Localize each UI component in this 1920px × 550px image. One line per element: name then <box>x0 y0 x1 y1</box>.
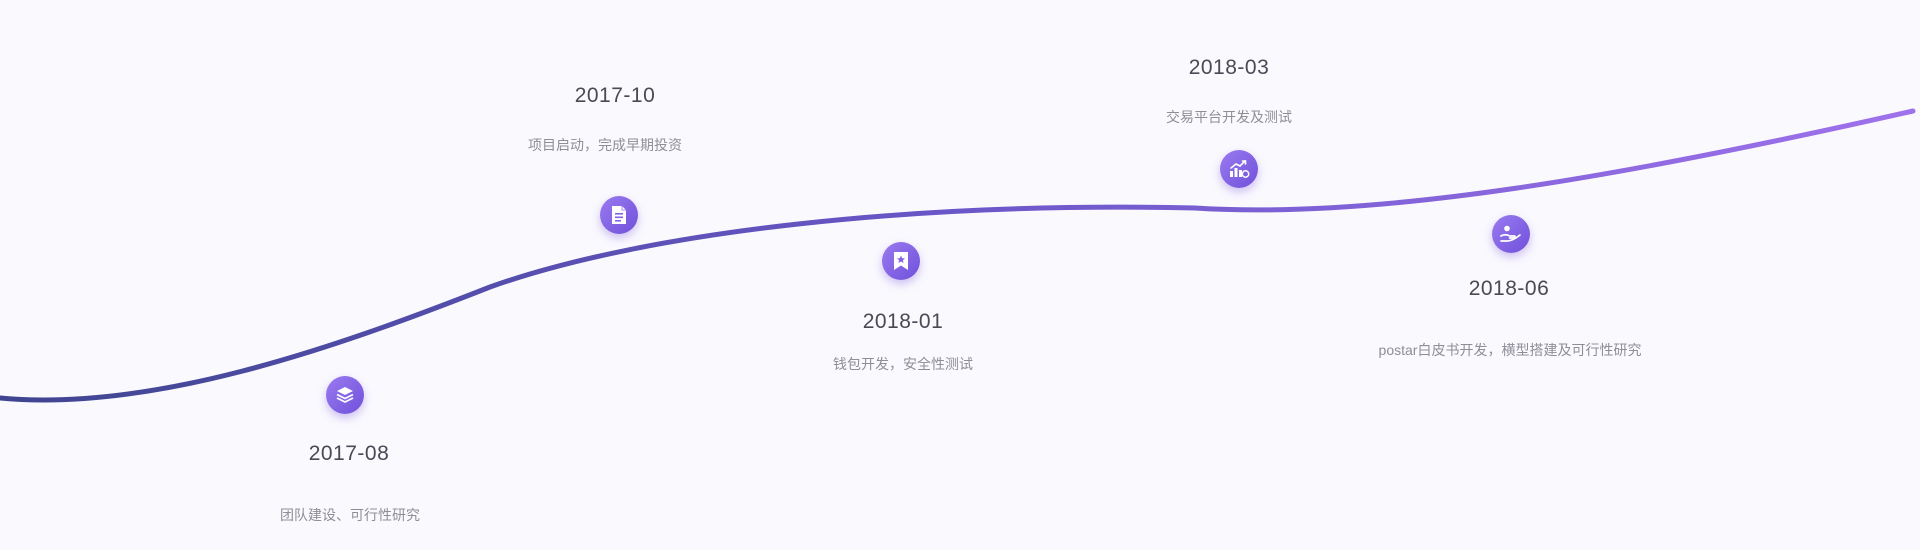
milestone-date: 2018-01 <box>862 310 944 333</box>
bookmark-star-icon <box>894 252 908 270</box>
milestone-description: postar白皮书开发，横型搭建及可行性研究 <box>1378 342 1642 358</box>
milestone-description: 交易平台开发及测试 <box>1166 109 1292 125</box>
document-icon <box>612 206 626 224</box>
milestone-date: 2018-06 <box>1468 277 1550 300</box>
milestone-icon-2018-06 <box>1492 215 1530 253</box>
milestone-date: 2018-03 <box>1188 56 1270 79</box>
milestone-icon-2017-08 <box>326 376 364 414</box>
milestone-description: 钱包开发，安全性测试 <box>833 356 973 372</box>
milestone-icon-2018-01 <box>882 242 920 280</box>
milestone-description: 团队建设、可行性研究 <box>280 507 420 523</box>
milestone-description: 项目启动，完成早期投资 <box>528 137 682 153</box>
timeline: 2017-08 团队建设、可行性研究 2017-10 项目启动，完成早期投资 2… <box>0 0 1920 550</box>
timeline-curve <box>0 108 1916 403</box>
layers-icon <box>336 387 354 403</box>
chart-growth-icon <box>1230 160 1250 178</box>
hand-coin-icon <box>1500 225 1521 242</box>
milestone-date: 2017-08 <box>308 442 390 465</box>
milestone-icon-2017-10 <box>600 196 638 234</box>
milestone-date: 2017-10 <box>574 84 656 107</box>
milestone-icon-2018-03 <box>1220 150 1258 188</box>
